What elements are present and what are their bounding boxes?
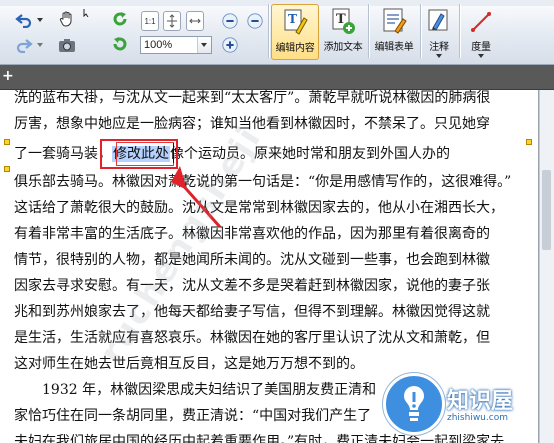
- camera-icon: [59, 39, 75, 52]
- text-segment: 了一套骑马装，: [14, 146, 112, 162]
- text-line-with-selection[interactable]: 了一套骑马装，修改此处像个运动员。原来她时常和朋友到外国人办的: [14, 142, 450, 166]
- zoom-in-icon: [222, 37, 238, 53]
- text-line[interactable]: 洗的蓝布大褂，与沈从文一起来到“太太客厅”。萧乾早就听说林徽因的肺病很: [14, 86, 490, 110]
- logo-mark-icon: [383, 373, 445, 435]
- edit-content-button[interactable]: T 编辑内容: [271, 4, 319, 60]
- toolbar: 1:1 100% T 编辑内容 T 添加文本 编辑表单 注释 度量: [0, 0, 554, 65]
- chevron-down-icon: [436, 54, 442, 61]
- site-logo: 知识屋 zhishiwu.com: [375, 365, 535, 435]
- edit-content-icon: T: [281, 8, 309, 36]
- chevron-down-icon: [478, 54, 484, 61]
- text-segment: 像个运动员。原来她时常和朋友到外国人办的: [170, 146, 450, 162]
- zoom-out-button[interactable]: [220, 11, 240, 31]
- logo-name: 知识屋: [447, 389, 514, 414]
- zoom-out-icon: [222, 13, 238, 29]
- fit-page-icon: [167, 14, 177, 28]
- rotate-counterclockwise-icon: [113, 37, 127, 51]
- undo-dropdown-icon[interactable]: [37, 18, 43, 25]
- edit-form-icon: [380, 7, 408, 35]
- snapshot-button[interactable]: [57, 35, 77, 55]
- fit-width-button[interactable]: [186, 11, 204, 31]
- fit-width-icon: [189, 18, 201, 24]
- redo-button[interactable]: [14, 35, 34, 55]
- annotation-arrow-icon: [171, 166, 222, 228]
- text-line[interactable]: 这话给了萧乾很大的鼓励。沈从文是常常到林徽因家去的，他从小在湘西长大，: [14, 196, 504, 220]
- hand-icon: [59, 11, 72, 27]
- rotate-clockwise-icon: [113, 12, 127, 26]
- undo-icon: [15, 14, 32, 28]
- text-line[interactable]: 俱乐部去骑马。林徽因对萧乾说的第一句话是：“你是用感情写作的，这很难得。”: [14, 170, 511, 194]
- text-line[interactable]: 因家去寻求安慰。有一天，沈从文差不多是哭着赶到林徽因家，说他的妻子张: [14, 274, 490, 298]
- logo-url: zhishiwu.com: [447, 413, 508, 423]
- toolbar-separator: [420, 4, 421, 58]
- undo-button[interactable]: [14, 10, 34, 30]
- fit-page-button[interactable]: [163, 11, 181, 31]
- resize-handle[interactable]: [526, 139, 532, 145]
- toolbar-separator: [268, 4, 269, 58]
- add-text-label: 添加文本: [323, 42, 363, 53]
- new-tab-button[interactable]: +: [2, 69, 14, 83]
- text-line[interactable]: 厉害，想象中她应是一脸病容；谁知当他看到林徽因时，不禁呆了。只见她穿: [14, 112, 490, 136]
- toolbar-separator: [368, 4, 369, 58]
- text-line[interactable]: 情节，很特别的人物，都是她闻所未闻的。沈从文碰到一些事，也会跑到林徽: [14, 248, 490, 272]
- select-tool-button[interactable]: [80, 2, 96, 18]
- redo-dropdown-icon[interactable]: [37, 43, 43, 50]
- text-line[interactable]: 家恰巧住在同一条胡同里，费正清说：“中国对我们产生了: [14, 404, 371, 428]
- actual-size-button[interactable]: 1:1: [141, 11, 159, 31]
- text-line[interactable]: 兆和到苏州娘家去了，他每天都给妻子写信，但得不到理解。林徽因觉得这就: [14, 300, 490, 324]
- zoom-value: 100%: [144, 39, 173, 51]
- toolbar-separator: [459, 4, 460, 58]
- measure-icon: [467, 7, 495, 35]
- text-line[interactable]: 1932 年，林徽因梁思成夫妇结识了美国朋友费正清和: [42, 378, 376, 402]
- text-line[interactable]: 这对师生在她去世后竟相互反目，这是她万万想不到的。: [14, 352, 364, 376]
- pdf-editor-window: 1:1 100% T 编辑内容 T 添加文本 编辑表单 注释 度量 + 洗的蓝布…: [0, 0, 554, 443]
- measure-button[interactable]: 度量: [464, 4, 498, 60]
- add-text-icon: T: [329, 7, 357, 35]
- annotate-label: 注释: [429, 42, 449, 53]
- svg-text:T: T: [288, 12, 297, 26]
- zoom-out-alt-button[interactable]: [245, 11, 265, 31]
- add-text-button[interactable]: T 添加文本: [320, 4, 366, 60]
- minus-circle-icon: [247, 13, 263, 29]
- redo-icon: [16, 39, 33, 53]
- edit-form-label: 编辑表单: [374, 42, 414, 53]
- scrollbar-thumb[interactable]: [542, 170, 551, 250]
- text-line[interactable]: 有着非常丰富的生活底子。林徽因非常喜欢他的作品，因为那里有着很离奇的: [14, 222, 490, 246]
- edit-form-button[interactable]: 编辑表单: [370, 4, 418, 60]
- rotate-ccw-button[interactable]: [110, 34, 130, 54]
- edit-content-label: 编辑内容: [275, 43, 315, 54]
- vertical-scrollbar[interactable]: [539, 90, 554, 443]
- chevron-down-icon: [197, 37, 211, 53]
- text-line[interactable]: 是生活，生活就应有喜怒哀乐。林徽因在她的客厅里认识了沈从文和萧乾，但: [14, 326, 490, 350]
- resize-handle[interactable]: [4, 166, 10, 172]
- hand-tool-button[interactable]: [57, 9, 77, 29]
- zoom-select[interactable]: 100%: [140, 36, 212, 54]
- cursor-icon: [83, 9, 89, 18]
- annotate-button[interactable]: 注释: [423, 4, 455, 60]
- actual-size-label: 1:1: [144, 16, 156, 26]
- measure-label: 度量: [471, 42, 491, 53]
- annotation-icon: [425, 7, 453, 35]
- zoom-in-button[interactable]: [220, 35, 240, 55]
- rotate-cw-button[interactable]: [110, 9, 130, 29]
- resize-handle[interactable]: [4, 139, 10, 145]
